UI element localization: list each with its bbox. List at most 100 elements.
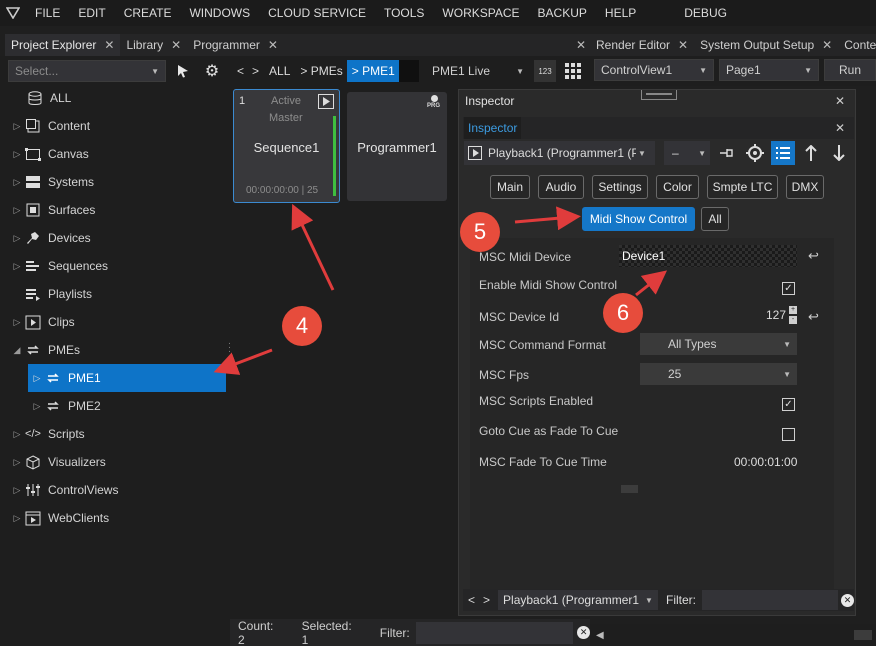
tree-item-webclients[interactable]: ▷ WebClients <box>0 504 228 532</box>
enable-msc-checkbox[interactable]: ✓ <box>782 282 795 295</box>
numeric-view-button[interactable]: 123 <box>534 60 556 82</box>
horizontal-scrollbar[interactable]: ◀ <box>590 624 876 646</box>
tree-item-all[interactable]: ALL <box>0 84 228 112</box>
pointer-icon[interactable] <box>172 60 194 82</box>
expand-icon[interactable]: ▷ <box>10 177 24 188</box>
tree-item-scripts[interactable]: ▷ </> Scripts <box>0 420 228 448</box>
tree-item-controlviews[interactable]: ▷ ControlViews <box>0 476 228 504</box>
property-scrollbar[interactable] <box>836 238 850 590</box>
expand-icon[interactable]: ▷ <box>10 317 24 328</box>
tab-dmx[interactable]: DMX <box>786 175 824 199</box>
sequence-card[interactable]: 1 Active Master Sequence1 00:00:00:00 | … <box>233 89 340 203</box>
menu-create[interactable]: CREATE <box>115 0 181 26</box>
expand-icon[interactable]: ▷ <box>10 261 24 272</box>
menu-backup[interactable]: BACKUP <box>529 0 596 26</box>
breadcrumb-pme1[interactable]: > PME1 <box>346 60 400 82</box>
menu-file[interactable]: FILE <box>26 0 69 26</box>
move-down-icon[interactable] <box>828 141 850 165</box>
move-up-icon[interactable] <box>800 141 822 165</box>
close-icon[interactable]: ✕ <box>678 38 688 52</box>
drag-handle[interactable] <box>641 90 677 100</box>
footer-target-dropdown[interactable]: Playback1 (Programmer1 (... ▼ <box>498 590 659 610</box>
gear-icon[interactable]: ⚙ <box>201 60 223 82</box>
resize-grip[interactable] <box>621 485 638 493</box>
footer-forward-button[interactable]: > <box>483 593 490 607</box>
increment-icon[interactable]: + <box>789 306 797 314</box>
menu-workspace[interactable]: WORKSPACE <box>433 0 528 26</box>
grid-icon[interactable] <box>562 60 584 82</box>
close-icon[interactable]: ✕ <box>104 38 114 52</box>
minus-dropdown[interactable]: – ▼ <box>664 141 710 165</box>
tab-render-editor[interactable]: Render Editor ✕ <box>590 34 694 56</box>
tree-item-devices[interactable]: ▷ Devices <box>0 224 228 252</box>
reset-icon[interactable]: ↩ <box>808 248 819 264</box>
device-id-stepper[interactable]: + - <box>789 306 797 324</box>
app-logo-icon[interactable] <box>0 0 26 26</box>
tab-midi-show-control[interactable]: Midi Show Control <box>582 207 695 231</box>
tab-system-output-setup[interactable]: System Output Setup ✕ <box>694 34 838 56</box>
controlview-dropdown[interactable]: ControlView1 ▼ <box>594 59 714 81</box>
close-icon[interactable]: ✕ <box>268 38 278 52</box>
inspector-target-dropdown[interactable]: Playback1 (Programmer1 (PME ▼ <box>464 141 655 165</box>
tab-audio[interactable]: Audio <box>538 175 584 199</box>
breadcrumb-all[interactable]: ALL <box>263 64 296 78</box>
live-dropdown[interactable]: PME1 Live ▼ <box>426 60 530 82</box>
tab-all[interactable]: All <box>701 207 729 231</box>
menu-edit[interactable]: EDIT <box>69 0 114 26</box>
tree-item-clips[interactable]: ▷ Clips <box>0 308 228 336</box>
tab-main[interactable]: Main <box>490 175 530 199</box>
footer-back-button[interactable]: < <box>468 593 475 607</box>
expand-icon[interactable]: ▷ <box>10 429 24 440</box>
expand-icon[interactable]: ▷ <box>30 401 44 412</box>
list-view-icon[interactable] <box>771 141 795 165</box>
expand-icon[interactable]: ▷ <box>10 121 24 132</box>
tab-library[interactable]: Library ✕ <box>120 34 187 56</box>
tree-item-visualizers[interactable]: ▷ Visualizers <box>0 448 228 476</box>
expand-icon[interactable]: ▷ <box>30 373 44 384</box>
close-icon[interactable]: ✕ <box>835 94 845 108</box>
close-icon[interactable]: ✕ <box>171 38 181 52</box>
expand-icon[interactable]: ▷ <box>10 513 24 524</box>
msc-fade-time-value[interactable]: 00:00:01:00 <box>734 455 797 469</box>
scroll-left-icon[interactable]: ◀ <box>596 630 604 641</box>
close-icon[interactable]: ✕ <box>822 38 832 52</box>
collapse-icon[interactable]: ◢ <box>10 345 24 356</box>
tree-item-playlists[interactable]: Playlists <box>0 280 228 308</box>
clear-filter-icon[interactable]: ✕ <box>577 626 590 639</box>
expand-icon[interactable]: ▷ <box>10 485 24 496</box>
menu-debug[interactable]: DEBUG <box>675 0 736 26</box>
msc-midi-device-field[interactable]: Device1 <box>619 245 797 267</box>
msc-command-format-dropdown[interactable]: All Types ▼ <box>640 333 797 355</box>
expand-icon[interactable]: ▷ <box>10 233 24 244</box>
menu-windows[interactable]: WINDOWS <box>180 0 259 26</box>
tab-inspector[interactable]: Inspector <box>464 117 522 139</box>
msc-scripts-enabled-checkbox[interactable]: ✓ <box>782 398 795 411</box>
menu-tools[interactable]: TOOLS <box>375 0 433 26</box>
page-dropdown[interactable]: Page1 ▼ <box>719 59 819 81</box>
decrement-icon[interactable]: - <box>789 316 797 324</box>
locate-icon[interactable] <box>743 141 767 165</box>
tab-project-explorer[interactable]: Project Explorer ✕ <box>5 34 121 56</box>
run-button[interactable]: Run <box>824 59 876 81</box>
clear-filter-icon[interactable]: ✕ <box>841 593 854 607</box>
footer-filter-input[interactable] <box>702 590 838 610</box>
msc-device-id-value[interactable]: 127 <box>766 308 786 322</box>
expand-icon[interactable]: ▷ <box>10 457 24 468</box>
tab-content[interactable]: Content T <box>838 34 876 56</box>
tab-programmer[interactable]: Programmer ✕ <box>187 34 284 56</box>
tab-smpte-ltc[interactable]: Smpte LTC <box>707 175 778 199</box>
breadcrumb-pmes[interactable]: > PMEs <box>296 64 346 78</box>
tab-settings[interactable]: Settings <box>592 175 648 199</box>
nav-forward-button[interactable]: > <box>248 64 263 78</box>
tree-item-content[interactable]: ▷ Content <box>0 112 228 140</box>
menu-cloud-service[interactable]: CLOUD SERVICE <box>259 0 375 26</box>
pin-icon[interactable] <box>715 141 739 165</box>
tab-color[interactable]: Color <box>656 175 699 199</box>
programmer-card[interactable]: PRG Programmer1 <box>347 92 447 201</box>
tree-item-pmes[interactable]: ◢ PMEs <box>0 336 228 364</box>
tree-item-systems[interactable]: ▷ Systems <box>0 168 228 196</box>
explorer-filter-dropdown[interactable]: Select... ▼ <box>8 60 166 82</box>
tree-item-pme2[interactable]: ▷ PME2 <box>28 392 226 420</box>
close-icon[interactable]: ✕ <box>576 38 586 52</box>
menu-help[interactable]: HELP <box>596 0 645 26</box>
